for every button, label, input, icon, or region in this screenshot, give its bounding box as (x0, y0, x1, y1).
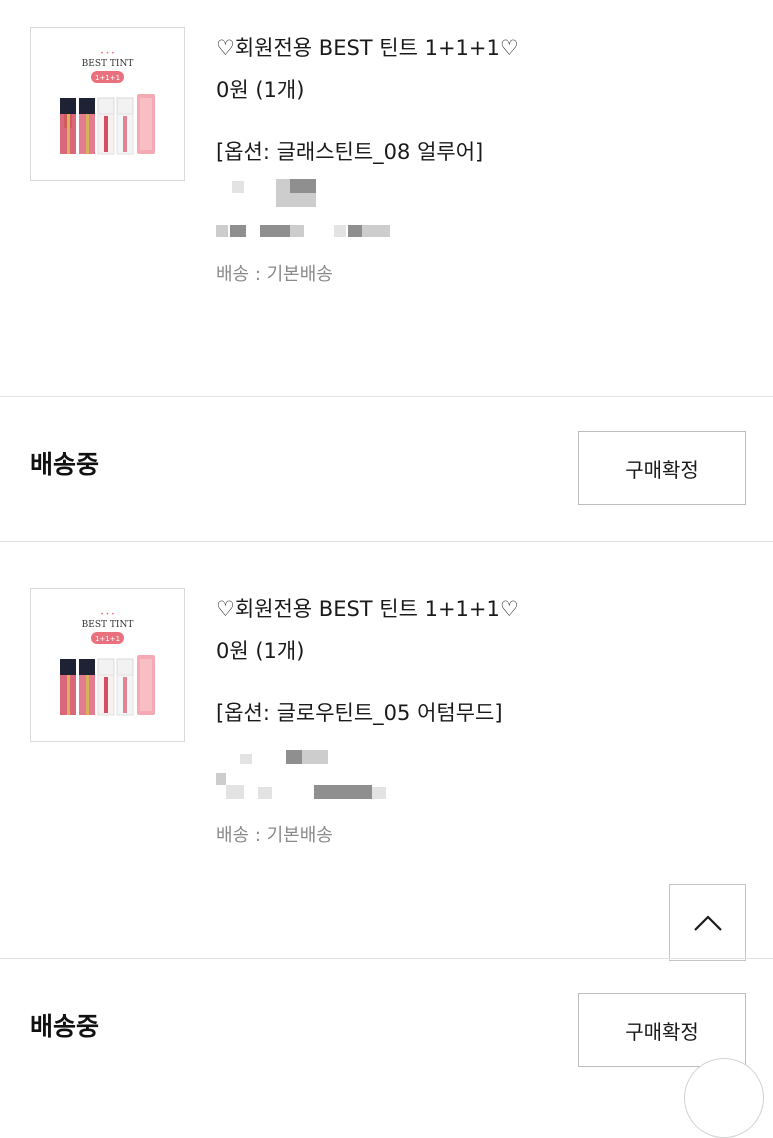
scroll-to-top-button[interactable] (669, 884, 746, 961)
product-image: • • • BEST TINT 1+1+1 (60, 611, 155, 716)
product-price: 0원 (1개) (216, 639, 305, 663)
product-image: • • • BEST TINT 1+1+1 (60, 50, 155, 155)
chevron-up-icon (693, 914, 722, 931)
shipping-status: 배송중 (30, 450, 100, 479)
confirm-purchase-button[interactable]: 구매확정 (578, 993, 746, 1067)
delivery-method: 배송 : 기본배송 (216, 825, 333, 846)
tint-bottles (60, 655, 155, 716)
confirm-purchase-button[interactable]: 구매확정 (578, 431, 746, 505)
brand-dots: • • • (100, 50, 114, 57)
thumbnail-headline: BEST TINT (82, 59, 134, 69)
product-thumbnail[interactable]: • • • BEST TINT 1+1+1 (30, 588, 185, 742)
divider (0, 396, 773, 397)
product-thumbnail[interactable]: • • • BEST TINT 1+1+1 (30, 27, 185, 181)
thumbnail-headline: BEST TINT (82, 620, 134, 630)
product-price: 0원 (1개) (216, 78, 305, 102)
divider (0, 541, 773, 542)
thumbnail-badge: 1+1+1 (95, 74, 120, 82)
product-title[interactable]: ♡회원전용 BEST 틴트 1+1+1♡ (216, 32, 519, 62)
tint-bottles (60, 94, 155, 155)
thumbnail-badge: 1+1+1 (95, 635, 120, 643)
floating-action-button[interactable] (684, 1058, 764, 1138)
product-title[interactable]: ♡회원전용 BEST 틴트 1+1+1♡ (216, 593, 519, 623)
product-option: [옵션: 글로우틴트_05 어텀무드] (216, 701, 503, 725)
product-option: [옵션: 글래스틴트_08 얼루어] (216, 140, 484, 164)
delivery-method: 배송 : 기본배송 (216, 264, 333, 285)
brand-dots: • • • (100, 611, 114, 618)
shipping-status: 배송중 (30, 1012, 100, 1041)
divider (0, 958, 773, 959)
